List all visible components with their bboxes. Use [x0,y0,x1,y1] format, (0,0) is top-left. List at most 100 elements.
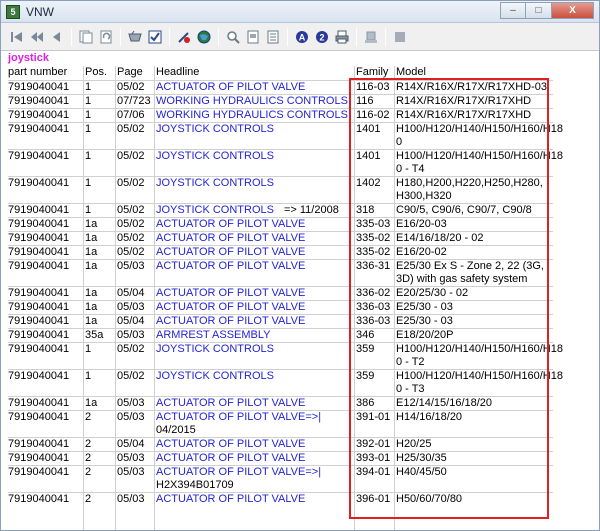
headline-link[interactable]: WORKING HYDRAULICS CONTROLS [156,109,354,122]
headline-text[interactable]: ACTUATOR OF PILOT VALVE [156,493,305,505]
headline-link[interactable]: ACTUATOR OF PILOT VALVE [156,246,354,259]
headline-link[interactable]: ACTUATOR OF PILOT VALVE [156,397,354,410]
globe-icon[interactable] [195,28,213,46]
table-row[interactable]: 7919040041 2 05/04 ACTUATOR OF PILOT VALVE 3… [8,437,553,451]
headline-link[interactable]: ACTUATOR OF PILOT VALVE [156,452,354,465]
headline-text[interactable]: WORKING HYDRAULICS CONTROLS [156,109,348,121]
headline-link[interactable]: ACTUATOR OF PILOT VALVE [156,301,354,314]
table-row[interactable]: 7919040041 1a 05/02 ACTUATOR OF PILOT VALVE… [8,245,553,259]
pen-cancel-icon[interactable] [175,28,193,46]
model-line: H100/H120/H140/H150/H160/H18 [396,123,563,135]
page-icon[interactable] [244,28,262,46]
print-icon[interactable] [333,28,351,46]
headline-link[interactable]: JOYSTICK CONTROLS [156,343,354,356]
table-row[interactable]: 7919040041 2 05/03 ACTUATOR OF PILOT VALVE 3… [8,451,553,465]
headline-text[interactable]: ACTUATOR OF PILOT VALVE [156,397,305,409]
table-row[interactable]: 7919040041 1a 05/03 ACTUATOR OF PILOT VALVE… [8,259,553,286]
prev-icon[interactable] [48,28,66,46]
stamp-icon[interactable] [362,28,380,46]
headline-text[interactable]: ACTUATOR OF PILOT VALVE=>| [156,411,321,423]
headline-link[interactable]: ACTUATOR OF PILOT VALVE [156,260,354,273]
headline-link[interactable]: ACTUATOR OF PILOT VALVE [156,287,354,300]
headline-text[interactable]: ACTUATOR OF PILOT VALVE [156,301,305,313]
pages-icon[interactable] [77,28,95,46]
headline-text[interactable]: JOYSTICK CONTROLS [156,150,274,162]
table-row[interactable]: 7919040041 1 07/06 WORKING HYDRAULICS CONTR… [8,108,553,122]
prev-fast-icon[interactable] [28,28,46,46]
headline-text[interactable]: ACTUATOR OF PILOT VALVE [156,232,305,244]
headline-text[interactable]: ARMREST ASSEMBLY [156,329,271,341]
headline-text[interactable]: JOYSTICK CONTROLS [156,370,274,382]
headline-text[interactable]: ACTUATOR OF PILOT VALVE [156,452,305,464]
zoom-icon[interactable] [224,28,242,46]
table-row[interactable]: 7919040041 1a 05/02 ACTUATOR OF PILOT VALVE… [8,217,553,231]
headline-text[interactable]: ACTUATOR OF PILOT VALVE [156,438,305,450]
headline-text[interactable]: ACTUATOR OF PILOT VALVE=>| [156,466,321,478]
table-row[interactable]: 7919040041 1 05/02 JOYSTICK CONTROLS 1402 H18… [8,176,553,203]
headline-text[interactable]: ACTUATOR OF PILOT VALVE [156,315,305,327]
headline-text[interactable]: ACTUATOR OF PILOT VALVE [156,246,305,258]
checklist-icon[interactable] [146,28,164,46]
headline-link[interactable]: JOYSTICK CONTROLS [156,150,354,163]
headline-link[interactable]: ACTUATOR OF PILOT VALVE [156,315,354,328]
headline-link[interactable]: ACTUATOR OF PILOT VALVE [156,493,354,506]
model-line: H180,H200,H220,H250,H280, [396,177,543,189]
stop-icon[interactable] [391,28,409,46]
headline-link[interactable]: JOYSTICK CONTROLS => 11/2008 [156,204,354,217]
table-row[interactable]: 7919040041 1 05/02 JOYSTICK CONTROLS 359 H100… [8,342,563,369]
headline-link[interactable]: WORKING HYDRAULICS CONTROLS [156,95,354,108]
headline-link[interactable]: JOYSTICK CONTROLS [156,123,354,136]
headline-text[interactable]: JOYSTICK CONTROLS [156,177,274,189]
table-row[interactable]: 7919040041 1 05/02 JOYSTICK CONTROLS => 11/2… [8,203,553,217]
table-row[interactable]: 7919040041 1 05/02 JOYSTICK CONTROLS 1401 H10… [8,149,563,176]
headline-text[interactable]: ACTUATOR OF PILOT VALVE [156,81,305,93]
close-button[interactable]: X [552,2,594,19]
headline-text[interactable]: JOYSTICK CONTROLS [156,123,274,135]
family-cell: 318 [356,204,375,216]
headline-link[interactable]: ACTUATOR OF PILOT VALVE=>| H2X394B01709 [156,466,354,492]
headline-link[interactable]: JOYSTICK CONTROLS [156,177,354,190]
table-row[interactable]: 7919040041 1 07/723 WORKING HYDRAULICS CONT… [8,94,553,108]
two-circle-icon[interactable]: 2 [313,28,331,46]
headline-link[interactable]: ACTUATOR OF PILOT VALVE [156,232,354,245]
page-refresh-icon[interactable] [97,28,115,46]
header-model[interactable]: Model [396,66,426,78]
header-pos[interactable]: Pos. [85,66,107,78]
headline-text[interactable]: JOYSTICK CONTROLS [156,343,274,355]
table-row[interactable]: 7919040041 1a 05/04 ACTUATOR OF PILOT VALVE… [8,286,553,300]
headline-link[interactable]: ACTUATOR OF PILOT VALVE [156,81,354,94]
table-row[interactable]: 7919040041 2 05/03 ACTUATOR OF PILOT VALVE 3… [8,492,553,506]
headline-text[interactable]: ACTUATOR OF PILOT VALVE [156,260,305,272]
headline-link[interactable]: ACTUATOR OF PILOT VALVE [156,438,354,451]
header-family[interactable]: Family [356,66,388,78]
document-icon[interactable] [264,28,282,46]
table-row[interactable]: 7919040041 1 05/02 ACTUATOR OF PILOT VALVE 1… [8,80,553,94]
headline-link[interactable]: ACTUATOR OF PILOT VALVE=>| 04/2015 [156,411,354,437]
part-number-cell: 7919040041 [8,301,70,313]
table-row[interactable]: 7919040041 2 05/03 ACTUATOR OF PILOT VALVE=… [8,410,553,437]
headline-link[interactable]: ARMREST ASSEMBLY [156,329,354,342]
table-row[interactable]: 7919040041 1 05/02 JOYSTICK CONTROLS 359 H100… [8,369,563,396]
table-row[interactable]: 7919040041 35a 05/03 ARMREST ASSEMBLY 346 E18… [8,328,553,342]
a-circle-icon[interactable]: A [293,28,311,46]
title-bar[interactable]: 5 VNW – □ X [1,1,599,23]
maximize-button[interactable]: □ [526,2,552,19]
headline-text[interactable]: WORKING HYDRAULICS CONTROLS [156,95,348,107]
headline-link[interactable]: ACTUATOR OF PILOT VALVE [156,218,354,231]
header-page[interactable]: Page [117,66,143,78]
headline-text[interactable]: ACTUATOR OF PILOT VALVE [156,287,305,299]
headline-text[interactable]: ACTUATOR OF PILOT VALVE [156,218,305,230]
table-row[interactable]: 7919040041 1a 05/04 ACTUATOR OF PILOT VALVE… [8,314,553,328]
table-row[interactable]: 7919040041 1a 05/03 ACTUATOR OF PILOT VALVE… [8,300,553,314]
headline-link[interactable]: JOYSTICK CONTROLS [156,370,354,383]
table-row[interactable]: 7919040041 1a 05/02 ACTUATOR OF PILOT VALVE… [8,231,553,245]
table-row[interactable]: 7919040041 2 05/03 ACTUATOR OF PILOT VALVE=… [8,465,553,492]
table-row[interactable]: 7919040041 1 05/02 JOYSTICK CONTROLS 1401 H10… [8,122,563,149]
basket-icon[interactable] [126,28,144,46]
minimize-button[interactable]: – [500,2,526,19]
header-part-number[interactable]: part number [8,66,67,78]
headline-text[interactable]: JOYSTICK CONTROLS [156,204,274,216]
table-row[interactable]: 7919040041 1a 05/03 ACTUATOR OF PILOT VALVE… [8,396,553,410]
header-headline[interactable]: Headline [156,66,199,78]
first-page-icon[interactable] [8,28,26,46]
